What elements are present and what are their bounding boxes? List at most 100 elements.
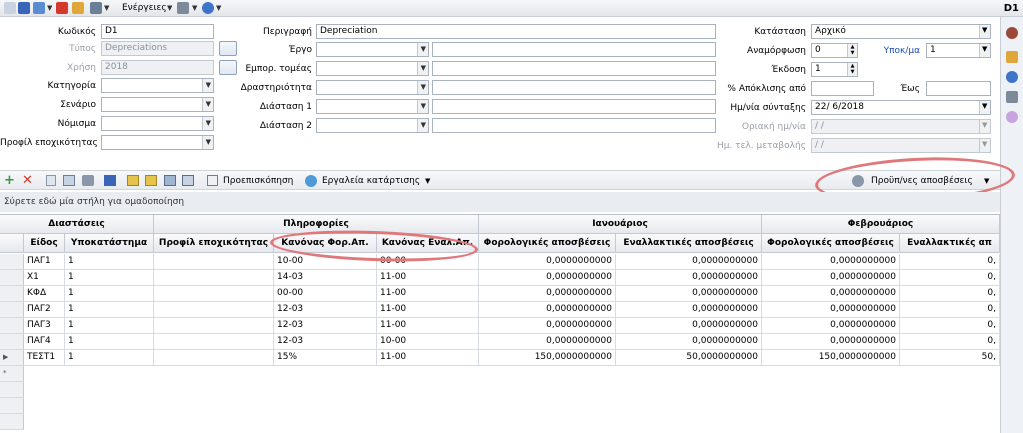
table-row[interactable]: ΠΑΓ1 1 10-00 00-00 0,0000000000 0,0000000000 0… — [0, 254, 1000, 270]
table-cell[interactable]: 0,0000000000 — [616, 270, 762, 286]
group-header-february[interactable]: Φεβρουάριος — [762, 215, 1000, 234]
table-cell[interactable]: ΠΑΓ4 — [24, 334, 65, 350]
year-field[interactable]: 2018 — [101, 60, 214, 75]
table-row[interactable]: ▶ ΤΕΣΤ1 1 15% 11-00 150,0000000000 50,00000000… — [0, 350, 1000, 366]
final-date-field[interactable]: / / — [811, 119, 991, 134]
table-cell[interactable]: 0,0000000000 — [616, 334, 762, 350]
table-cell[interactable]: 1 — [65, 318, 154, 334]
table-cell[interactable]: 1 — [65, 334, 154, 350]
row-selector[interactable] — [0, 286, 24, 302]
table-cell[interactable]: 150,0000000000 — [762, 350, 900, 366]
table-cell[interactable]: 0,0000000000 — [479, 302, 616, 318]
table-cell[interactable]: 0, — [900, 318, 1000, 334]
dimension1-description-field[interactable] — [432, 99, 716, 114]
row-selector[interactable]: ▶ — [0, 350, 24, 366]
calendar-check-icon[interactable] — [145, 175, 157, 186]
chevron-down-icon[interactable]: ▼ — [982, 45, 987, 53]
column-header[interactable]: Προφίλ εποχικότητας — [154, 234, 274, 253]
table-cell[interactable]: 0, — [900, 286, 1000, 302]
activity-description-field[interactable] — [432, 80, 716, 95]
deviation-from-field[interactable] — [811, 81, 874, 96]
table-cell[interactable]: ΚΦΔ — [24, 286, 65, 302]
preview-button[interactable]: Προεπισκόπηση — [223, 176, 293, 186]
commercial-sector-dropdown[interactable]: ▼ — [316, 61, 429, 76]
table-cell[interactable]: 0, — [900, 302, 1000, 318]
column-header[interactable]: Κανόνας Φορ.Απ. — [274, 234, 377, 253]
table-cell[interactable]: 12-03 — [274, 318, 377, 334]
type-search-button[interactable] — [219, 41, 237, 56]
tools-menu[interactable]: Εργαλεία κατάρτισης — [322, 176, 420, 186]
dimension2-dropdown[interactable]: ▼ — [316, 118, 429, 133]
last-change-field[interactable]: / / — [811, 138, 991, 153]
document-icon[interactable] — [46, 175, 56, 186]
column-header[interactable]: Υποκατάστημα — [65, 234, 154, 253]
group-header-january[interactable]: Ιανουάριος — [479, 215, 762, 234]
table-cell[interactable]: 150,0000000000 — [479, 350, 616, 366]
table-cell[interactable]: 50, — [900, 350, 1000, 366]
search-icon[interactable] — [90, 2, 102, 14]
table-cell[interactable] — [154, 318, 274, 334]
save-icon[interactable] — [18, 2, 30, 14]
new-icon[interactable] — [33, 2, 45, 14]
comment-icon[interactable] — [1006, 111, 1018, 123]
chevron-down-icon[interactable]: ▼ — [192, 4, 197, 12]
chevron-down-icon[interactable]: ▼ — [984, 177, 989, 185]
table-cell[interactable]: 0,0000000000 — [616, 254, 762, 270]
table-cell[interactable] — [154, 270, 274, 286]
table-cell[interactable]: 0,0000000000 — [616, 302, 762, 318]
table-cell[interactable]: 0,0000000000 — [479, 254, 616, 270]
table-cell[interactable]: 11-00 — [377, 270, 479, 286]
new-row[interactable]: * — [0, 366, 1000, 382]
table-cell[interactable]: 0,0000000000 — [479, 318, 616, 334]
table-cell[interactable]: 0,0000000000 — [762, 270, 900, 286]
table-cell[interactable]: 0,0000000000 — [479, 334, 616, 350]
chevron-down-icon[interactable]: ▼ — [167, 4, 172, 12]
table-cell[interactable]: 0,0000000000 — [479, 270, 616, 286]
columns-icon[interactable] — [182, 175, 194, 186]
table-cell[interactable]: 12-03 — [274, 302, 377, 318]
help-icon[interactable] — [202, 2, 214, 14]
column-header[interactable]: Εναλλακτικές αποσβέσεις — [616, 234, 762, 253]
grid-layout-icon[interactable] — [164, 175, 176, 186]
table-cell[interactable]: ΠΑΓ3 — [24, 318, 65, 334]
table-cell[interactable]: 10-00 — [274, 254, 377, 270]
table-cell[interactable]: 1 — [65, 270, 154, 286]
project-description-field[interactable] — [432, 42, 716, 57]
project-dropdown[interactable]: ▼ — [316, 42, 429, 57]
table-cell[interactable]: 11-00 — [377, 286, 479, 302]
table-cell[interactable]: Χ1 — [24, 270, 65, 286]
group-by-area[interactable]: Σύρετε εδώ μία στήλη για ομαδοποίηση — [0, 192, 1000, 212]
table-cell[interactable]: 0,0000000000 — [616, 318, 762, 334]
table-cell[interactable]: 1 — [65, 254, 154, 270]
table-cell[interactable]: 00-00 — [377, 254, 479, 270]
folder-icon[interactable] — [1006, 51, 1018, 63]
column-header[interactable]: Φορολογικές αποσβέσεις — [762, 234, 900, 253]
calc-icon[interactable] — [852, 175, 864, 187]
table-cell[interactable] — [154, 350, 274, 366]
chevron-down-icon[interactable]: ▼ — [216, 4, 221, 12]
save-grid-icon[interactable] — [104, 175, 116, 186]
row-selector[interactable] — [0, 254, 24, 270]
seasonality-profile-dropdown[interactable]: ▼ — [101, 135, 214, 150]
table-cell[interactable]: 0,0000000000 — [762, 318, 900, 334]
table-cell[interactable]: ΠΑΓ2 — [24, 302, 65, 318]
table-cell[interactable]: 1 — [65, 302, 154, 318]
table-cell[interactable]: 0,0000000000 — [762, 302, 900, 318]
group-header-info[interactable]: Πληροφορίες — [154, 215, 479, 234]
table-cell[interactable]: 11-00 — [377, 318, 479, 334]
table-cell[interactable] — [154, 286, 274, 302]
table-cell[interactable]: 50,0000000000 — [616, 350, 762, 366]
chevron-down-icon[interactable]: ▼ — [104, 4, 109, 12]
row-selector[interactable] — [0, 270, 24, 286]
table-cell[interactable]: 0, — [900, 254, 1000, 270]
table-cell[interactable]: 10-00 — [377, 334, 479, 350]
preview-icon[interactable] — [207, 175, 218, 186]
chevron-down-icon[interactable]: ▼ — [982, 140, 987, 148]
info-icon[interactable] — [1006, 71, 1018, 83]
table-cell[interactable]: 0, — [900, 334, 1000, 350]
column-header[interactable]: Φορολογικές αποσβέσεις — [479, 234, 616, 253]
table-cell[interactable]: 15% — [274, 350, 377, 366]
table-cell[interactable] — [154, 334, 274, 350]
add-icon[interactable]: + — [4, 173, 15, 188]
pdf-icon[interactable] — [56, 2, 68, 14]
